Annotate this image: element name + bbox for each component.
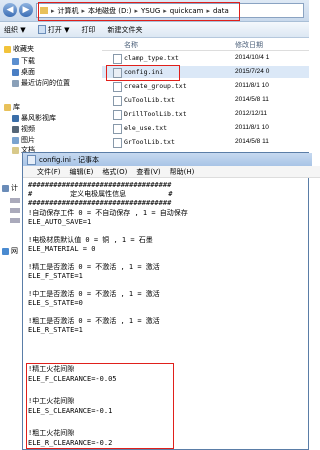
picture-icon (12, 136, 19, 144)
file-row[interactable]: ele_use.txt 2011/8/1 10 (102, 122, 309, 134)
notepad-icon (37, 25, 46, 34)
notepad-title: config.ini - 记事本 (39, 155, 99, 164)
menu-view[interactable]: 查看(V) (136, 167, 160, 177)
file-row[interactable]: create_group.txt 2011/8/1 10 (102, 80, 309, 92)
sidebar-item-videos[interactable]: 视频 (12, 124, 35, 134)
text-line: !自动保存工件 0 = 不自动保存 , 1 = 自动保存 (28, 209, 188, 217)
network-icon (2, 247, 9, 255)
drive-icon (10, 208, 20, 213)
sidebar-lower: 计 网 (0, 180, 22, 450)
document-icon (12, 146, 19, 154)
column-modified[interactable]: 修改日期 (235, 40, 263, 50)
text-line: ELE_R_STATE=1 (28, 326, 83, 334)
menu-file[interactable]: 文件(F) (37, 167, 61, 177)
back-button[interactable]: ◀ (3, 3, 17, 17)
column-header: 名称 修改日期 (102, 38, 309, 51)
text-line: ################################## (28, 199, 172, 207)
address-highlight-box (38, 2, 240, 21)
config-file-highlight-box (106, 65, 180, 81)
recent-places-icon (12, 79, 19, 87)
drive-icon (10, 218, 20, 223)
file-list: 名称 修改日期 clamp_type.txt 2014/10/4 1 confi… (102, 38, 309, 158)
sidebar-item-desktop[interactable]: 桌面 (12, 67, 35, 77)
organize-button[interactable]: 组织 ▼ (4, 25, 26, 35)
text-line: !中工是否激活 0 = 不激活 , 1 = 激活 (28, 290, 160, 298)
text-line: # 定义电极属性信息 # (28, 190, 173, 198)
notepad-icon (27, 154, 36, 165)
toolbar: 组织 ▼ 打开 ▼ 打印 新建文件夹 (0, 22, 309, 38)
clearance-highlight-box (26, 363, 174, 449)
notepad-title-bar[interactable]: config.ini - 记事本 (23, 153, 312, 166)
library-icon (4, 103, 11, 111)
notepad-window: config.ini - 记事本 文件(F) 编辑(E) 格式(O) 查看(V)… (22, 152, 320, 450)
new-folder-button[interactable]: 新建文件夹 (107, 25, 142, 35)
menu-edit[interactable]: 编辑(E) (70, 167, 94, 177)
sidebar-item-downloads[interactable]: 下载 (12, 56, 35, 66)
sidebar-item-libraries[interactable]: 库 (4, 102, 20, 112)
text-line: ELE_S_STATE=0 (28, 299, 83, 307)
text-line: ELE_F_STATE=1 (28, 272, 83, 280)
sidebar-item-recent[interactable]: 最近访问的位置 (12, 78, 70, 88)
text-file-icon (113, 110, 122, 120)
sidebar-item-computer[interactable]: 计 (2, 183, 18, 193)
text-line: !粗工是否激活 0 = 不激活 , 1 = 激活 (28, 317, 160, 325)
print-button[interactable]: 打印 (81, 25, 95, 35)
text-line: ELE_MATERIAL = 0 (28, 245, 96, 253)
desktop-icon (12, 68, 19, 76)
text-line: !精工是否激活 0 = 不激活 , 1 = 激活 (28, 263, 160, 271)
sidebar-item-pictures[interactable]: 图片 (12, 135, 35, 145)
text-file-icon (113, 96, 122, 106)
menu-help[interactable]: 帮助(H) (170, 167, 195, 177)
sidebar-item-storm[interactable]: 暴风影视库 (12, 113, 56, 123)
text-file-icon (113, 82, 122, 92)
text-file-icon (113, 138, 122, 148)
media-library-icon (12, 114, 19, 122)
text-line: ################################## (28, 181, 172, 189)
file-row[interactable]: clamp_type.txt 2014/10/4 1 (102, 52, 309, 64)
text-file-icon (113, 54, 122, 64)
menu-format[interactable]: 格式(O) (102, 167, 127, 177)
computer-icon (2, 184, 9, 192)
star-icon (4, 45, 11, 53)
sidebar-item-favorites[interactable]: 收藏夹 (4, 44, 34, 54)
drive-icon (10, 198, 20, 203)
file-row[interactable]: CuToolLib.txt 2014/5/8 11 (102, 94, 309, 106)
file-row[interactable]: DrillToolLib.txt 2012/12/11 (102, 108, 309, 120)
text-line: ELE_AUTO_SAVE=1 (28, 218, 92, 226)
text-file-icon (113, 124, 122, 134)
video-icon (12, 125, 19, 133)
column-name[interactable]: 名称 (124, 40, 138, 50)
text-line: !电极材质默认值 0 = 铜 , 1 = 石墨 (28, 236, 153, 244)
download-icon (12, 57, 19, 65)
sidebar-item-network[interactable]: 网 (2, 246, 18, 256)
forward-button[interactable]: ▶ (19, 3, 33, 17)
open-button[interactable]: 打开 ▼ (37, 25, 69, 35)
file-row[interactable]: GrToolLib.txt 2014/5/8 11 (102, 136, 309, 148)
